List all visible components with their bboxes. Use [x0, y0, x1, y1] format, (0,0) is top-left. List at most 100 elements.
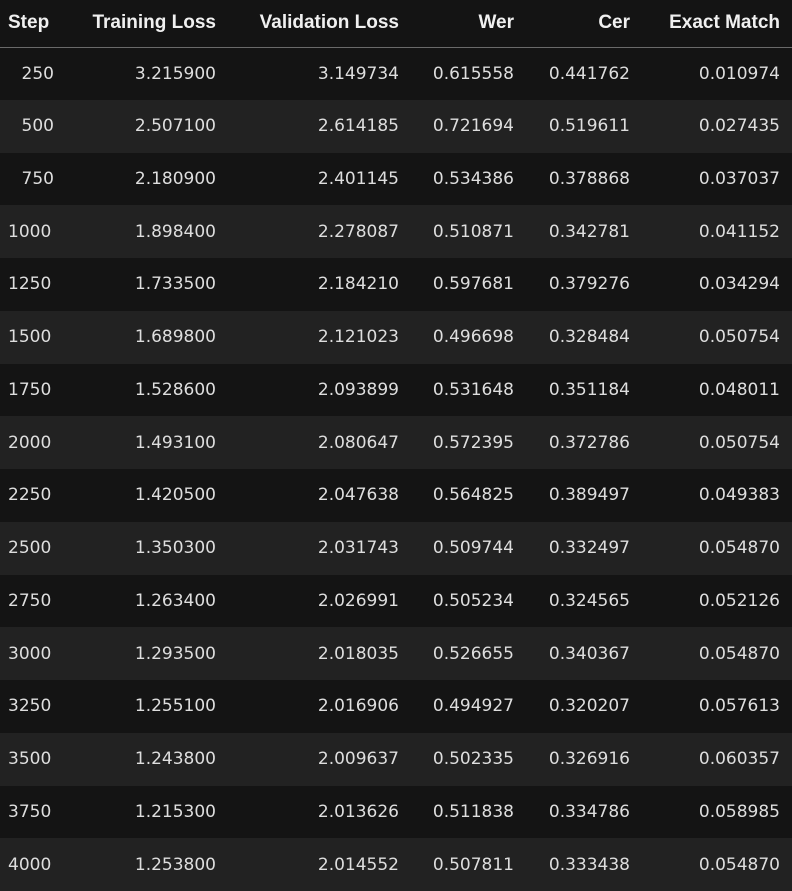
- training-metrics-table: Step Training Loss Validation Loss Wer C…: [0, 0, 792, 891]
- cell-step: 4000: [8, 854, 52, 875]
- cell-step: 2000: [8, 432, 52, 453]
- cell-step: 3250: [8, 696, 52, 717]
- training-metrics-table-container: Step Training Loss Validation Loss Wer C…: [0, 0, 792, 891]
- column-header-wer: Wer: [411, 0, 526, 48]
- cell-training-loss: 1.420500: [134, 485, 216, 506]
- cell-exact-match: 0.054870: [698, 643, 780, 664]
- column-header-step: Step: [0, 0, 68, 48]
- table-row: 2750 1.263400 2.026991 0.505234 0.324565 0.05…: [0, 574, 792, 628]
- table-body: 250 3.215900 3.149734 0.615558 0.441762 0.010…: [0, 47, 792, 891]
- cell-training-loss: 2.507100: [134, 116, 216, 137]
- cell-exact-match: 0.057613: [698, 696, 780, 717]
- cell-wer: 0.509744: [432, 538, 514, 559]
- cell-validation-loss: 2.614185: [317, 116, 399, 137]
- cell-training-loss: 1.689800: [134, 327, 216, 348]
- table-row: 1000 1.898400 2.278087 0.510871 0.342781 0.04…: [0, 205, 792, 258]
- cell-validation-loss: 3.149734: [317, 63, 399, 84]
- cell-validation-loss: 2.031743: [317, 538, 399, 559]
- cell-validation-loss: 2.080647: [317, 432, 399, 453]
- cell-training-loss: 1.293500: [134, 643, 216, 664]
- cell-step: 2750: [8, 590, 52, 611]
- table-row: 1750 1.528600 2.093899 0.531648 0.351184 0.04…: [0, 363, 792, 417]
- cell-wer: 0.496698: [432, 327, 514, 348]
- cell-cer: 0.324565: [548, 590, 630, 611]
- cell-training-loss: 1.243800: [134, 749, 216, 770]
- cell-cer: 0.379276: [548, 274, 630, 295]
- cell-training-loss: 1.350300: [134, 538, 216, 559]
- cell-step: 1250: [8, 274, 52, 295]
- cell-cer: 0.372786: [548, 432, 630, 453]
- cell-exact-match: 0.052126: [698, 590, 780, 611]
- table-row: 3000 1.293500 2.018035 0.526655 0.340367 0.05…: [0, 627, 792, 680]
- cell-exact-match: 0.027435: [698, 116, 780, 137]
- cell-validation-loss: 2.121023: [317, 327, 399, 348]
- cell-exact-match: 0.058985: [698, 801, 780, 822]
- table-row: 500 2.507100 2.614185 0.721694 0.519611 0.027…: [0, 99, 792, 153]
- cell-step: 1500: [8, 327, 52, 348]
- cell-step: 250: [21, 63, 54, 84]
- cell-wer: 0.597681: [432, 274, 514, 295]
- cell-validation-loss: 2.014552: [317, 854, 399, 875]
- cell-exact-match: 0.060357: [698, 749, 780, 770]
- cell-exact-match: 0.010974: [698, 63, 780, 84]
- cell-wer: 0.534386: [432, 168, 514, 189]
- cell-exact-match: 0.048011: [698, 379, 780, 400]
- cell-wer: 0.721694: [432, 116, 514, 137]
- table-row: 750 2.180900 2.401145 0.534386 0.378868 0.037…: [0, 152, 792, 206]
- cell-training-loss: 1.528600: [134, 379, 216, 400]
- cell-training-loss: 1.263400: [134, 590, 216, 611]
- header-row: Step Training Loss Validation Loss Wer C…: [0, 0, 792, 48]
- cell-exact-match: 0.050754: [698, 432, 780, 453]
- cell-step: 1000: [8, 221, 52, 242]
- cell-cer: 0.334786: [548, 801, 630, 822]
- cell-cer: 0.328484: [548, 327, 630, 348]
- cell-exact-match: 0.050754: [698, 327, 780, 348]
- cell-cer: 0.340367: [548, 643, 630, 664]
- cell-exact-match: 0.049383: [698, 485, 780, 506]
- cell-step: 500: [21, 116, 54, 137]
- cell-wer: 0.494927: [432, 696, 514, 717]
- cell-exact-match: 0.054870: [698, 538, 780, 559]
- cell-cer: 0.519611: [548, 116, 630, 137]
- cell-cer: 0.333438: [548, 854, 630, 875]
- cell-exact-match: 0.041152: [698, 221, 780, 242]
- cell-cer: 0.389497: [548, 485, 630, 506]
- cell-wer: 0.507811: [432, 854, 514, 875]
- cell-validation-loss: 2.026991: [317, 590, 399, 611]
- table-row: 3750 1.215300 2.013626 0.511838 0.334786 0.05…: [0, 785, 792, 839]
- cell-training-loss: 1.733500: [134, 274, 216, 295]
- column-header-training-loss: Training Loss: [68, 0, 228, 48]
- cell-step: 3000: [8, 643, 52, 664]
- column-header-validation-loss: Validation Loss: [228, 0, 411, 48]
- cell-training-loss: 1.215300: [134, 801, 216, 822]
- cell-wer: 0.564825: [432, 485, 514, 506]
- cell-training-loss: 3.215900: [134, 63, 216, 84]
- cell-wer: 0.505234: [432, 590, 514, 611]
- table-row: 1250 1.733500 2.184210 0.597681 0.379276 0.03…: [0, 258, 792, 311]
- cell-validation-loss: 2.093899: [317, 379, 399, 400]
- table-row: 250 3.215900 3.149734 0.615558 0.441762 0.010…: [0, 47, 792, 100]
- cell-training-loss: 1.255100: [134, 696, 216, 717]
- cell-cer: 0.351184: [548, 379, 630, 400]
- cell-cer: 0.320207: [548, 696, 630, 717]
- cell-training-loss: 1.253800: [134, 854, 216, 875]
- cell-cer: 0.378868: [548, 168, 630, 189]
- cell-cer: 0.326916: [548, 749, 630, 770]
- table-row: 1500 1.689800 2.121023 0.496698 0.328484 0.05…: [0, 310, 792, 364]
- cell-wer: 0.531648: [432, 379, 514, 400]
- table-row: 3500 1.243800 2.009637 0.502335 0.326916 0.06…: [0, 732, 792, 786]
- cell-validation-loss: 2.013626: [317, 801, 399, 822]
- cell-validation-loss: 2.184210: [317, 274, 399, 295]
- cell-validation-loss: 2.009637: [317, 749, 399, 770]
- cell-validation-loss: 2.278087: [317, 221, 399, 242]
- table-row: 2500 1.350300 2.031743 0.509744 0.332497 0.05…: [0, 521, 792, 575]
- table-row: 3250 1.255100 2.016906 0.494927 0.320207 0.05…: [0, 680, 792, 733]
- cell-validation-loss: 2.047638: [317, 485, 399, 506]
- cell-exact-match: 0.034294: [698, 274, 780, 295]
- column-header-cer: Cer: [526, 0, 642, 48]
- cell-training-loss: 1.898400: [134, 221, 216, 242]
- table-header: Step Training Loss Validation Loss Wer C…: [0, 0, 792, 48]
- cell-cer: 0.441762: [548, 63, 630, 84]
- cell-training-loss: 1.493100: [134, 432, 216, 453]
- cell-step: 2500: [8, 538, 52, 559]
